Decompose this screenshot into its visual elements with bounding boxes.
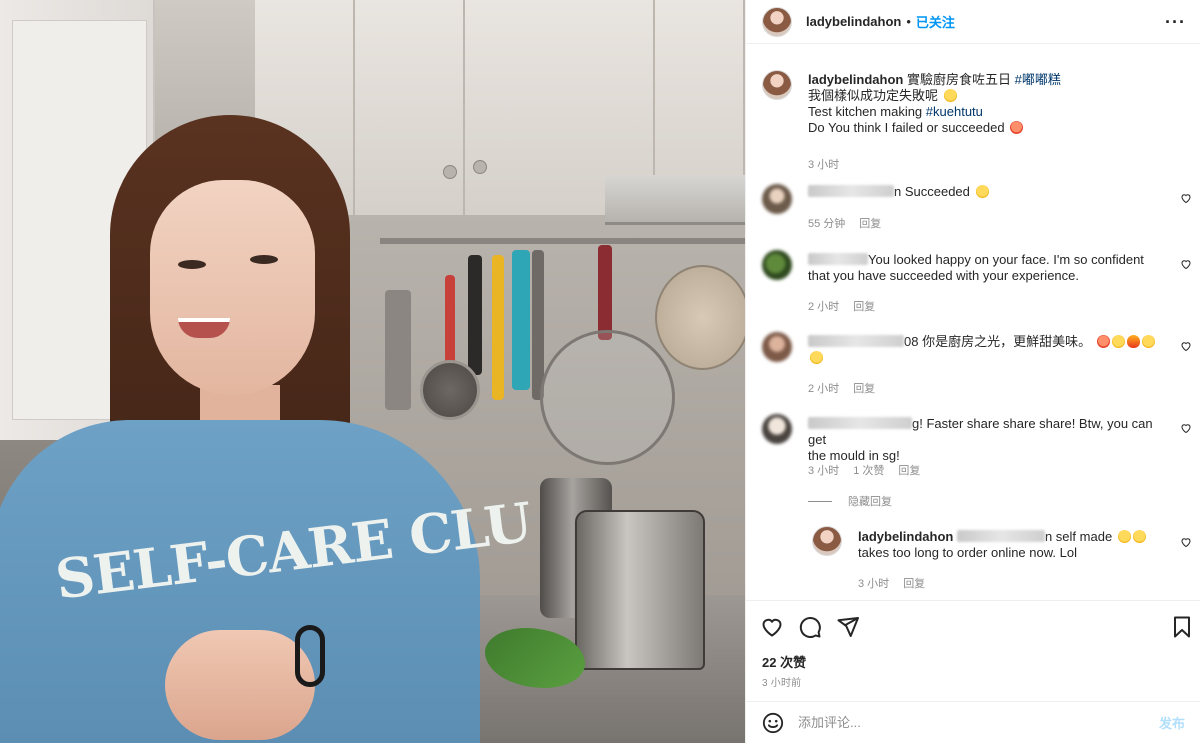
comment-input[interactable]	[798, 715, 1159, 730]
round-board	[655, 265, 745, 370]
post-side-panel: ladybelindahon • 已关注 ··· ladybelindahon …	[745, 0, 1200, 743]
upper-cabinet	[355, 0, 465, 215]
comment-item: 08 你是廚房之光，更鮮甜美味。 2 小时 回复	[762, 332, 1192, 395]
utensil	[468, 255, 482, 375]
tongue-emoji-icon	[1010, 121, 1024, 134]
reply-time: 3 小时	[858, 578, 890, 590]
divider	[808, 500, 832, 502]
separator-dot: •	[906, 14, 911, 29]
comment-item: n Succeeded 55 分钟 回复	[762, 184, 1192, 234]
like-comment-heart-icon[interactable]	[1180, 340, 1192, 352]
avatar[interactable]	[762, 250, 792, 280]
comment-item: You looked happy on your face. I'm so co…	[762, 250, 1192, 313]
post-comment-button[interactable]: 发布	[1159, 713, 1185, 732]
bookmark-icon[interactable]	[1170, 615, 1194, 639]
like-comment-heart-icon[interactable]	[1180, 536, 1192, 548]
reply-item: ladybelindahon n self made takes too lon…	[812, 526, 1192, 591]
like-comment-heart-icon[interactable]	[1180, 192, 1192, 204]
avatar[interactable]	[762, 332, 792, 362]
caption-text: ladybelindahon 實驗廚房食咗五日 #嘟嘟糕 我個樣似成功定失敗呢 …	[808, 72, 1061, 135]
comment-text: You looked happy on your face. I'm so co…	[808, 252, 1144, 283]
hide-replies-button[interactable]: 隐藏回复	[808, 493, 892, 509]
emoji-icon[interactable]	[762, 712, 784, 734]
reply-button[interactable]: 回复	[853, 380, 875, 396]
comment-time: 2 小时	[808, 301, 840, 313]
share-icon[interactable]	[836, 615, 860, 639]
caption: ladybelindahon 實驗廚房食咗五日 #嘟嘟糕 我個樣似成功定失敗呢 …	[762, 70, 1192, 171]
reply-text: ladybelindahon n self made takes too lon…	[858, 529, 1158, 561]
glass-lid	[540, 330, 675, 465]
utensil	[492, 255, 504, 400]
avatar[interactable]	[762, 6, 792, 37]
avatar[interactable]	[762, 184, 792, 214]
utensil-rail	[380, 238, 745, 244]
utensil	[385, 290, 411, 410]
clap-emoji-icon	[810, 351, 823, 364]
fire-emoji-icon	[1126, 335, 1140, 348]
laugh-emoji-icon	[1132, 530, 1146, 543]
hashtag-link[interactable]: #嘟嘟糕	[1015, 72, 1061, 87]
caption-time: 3 小时	[808, 159, 840, 171]
avatar[interactable]	[812, 526, 842, 556]
avatar[interactable]	[762, 70, 792, 100]
bracelet	[295, 625, 325, 687]
utensil	[512, 250, 530, 390]
add-comment-bar: 发布	[746, 701, 1200, 743]
flex-emoji-icon	[1141, 335, 1155, 348]
post-header: ladybelindahon • 已关注 ···	[746, 0, 1200, 44]
kettle	[575, 510, 705, 670]
comment-meta: 55 分钟 回复	[808, 215, 881, 231]
person-hands	[165, 630, 315, 740]
comments-list[interactable]: ladybelindahon 實驗廚房食咗五日 #嘟嘟糕 我個樣似成功定失敗呢 …	[746, 62, 1200, 602]
person-face	[150, 180, 315, 395]
face-emoji-icon	[1111, 335, 1125, 348]
reply-button[interactable]: 回复	[903, 575, 925, 591]
post-video[interactable]: SELF-CARE CLU	[0, 0, 745, 743]
comment-time: 3 小时	[808, 465, 840, 477]
following-button[interactable]: 已关注	[916, 12, 955, 31]
comment-icon[interactable]	[798, 615, 822, 639]
comment-meta: 2 小时 回复	[808, 380, 875, 396]
comment-likes[interactable]: 1 次赞	[853, 462, 884, 478]
reply-button[interactable]: 回复	[859, 215, 881, 231]
heart-icon[interactable]	[760, 615, 784, 639]
range-hood	[605, 175, 745, 225]
smile-emoji-icon	[975, 185, 989, 198]
heart-eyes-emoji-icon	[1096, 335, 1110, 348]
hashtag-link[interactable]: #kuehtutu	[926, 104, 983, 119]
reply-button[interactable]: 回复	[898, 462, 920, 478]
header-username[interactable]: ladybelindahon	[806, 14, 901, 29]
sieve	[420, 360, 480, 420]
reply-username[interactable]: ladybelindahon	[858, 529, 953, 544]
caption-meta: 3 小时	[808, 156, 839, 172]
comment-text: n Succeeded	[808, 184, 1160, 200]
comment-text: 08 你是廚房之光，更鮮甜美味。	[808, 334, 1160, 366]
comment-time: 55 分钟	[808, 218, 846, 230]
like-comment-heart-icon[interactable]	[1180, 422, 1192, 434]
grin-emoji-icon	[943, 89, 957, 102]
action-bar	[746, 600, 1200, 650]
reply-meta: 3 小时 回复	[858, 575, 925, 591]
comment-meta: 3 小时 1 次赞 回复	[808, 462, 920, 478]
comment-meta: 2 小时 回复	[808, 298, 875, 314]
like-count[interactable]: 22 次赞	[762, 652, 806, 671]
more-options-icon[interactable]: ···	[1165, 12, 1186, 33]
instagram-post-view: SELF-CARE CLU ladybelindahon • 已关注 ··· l…	[0, 0, 1200, 743]
like-comment-heart-icon[interactable]	[1180, 258, 1192, 270]
utensil	[598, 245, 612, 340]
laugh-emoji-icon	[1117, 530, 1131, 543]
reply-button[interactable]: 回复	[853, 298, 875, 314]
post-timestamp: 3 小时前	[762, 678, 802, 689]
comment-time: 2 小时	[808, 383, 840, 395]
comment-item: g! Faster share share share! Btw, you ca…	[762, 414, 1192, 477]
avatar[interactable]	[762, 414, 792, 444]
caption-username[interactable]: ladybelindahon	[808, 72, 903, 87]
comment-text: g! Faster share share share! Btw, you ca…	[808, 416, 1153, 463]
